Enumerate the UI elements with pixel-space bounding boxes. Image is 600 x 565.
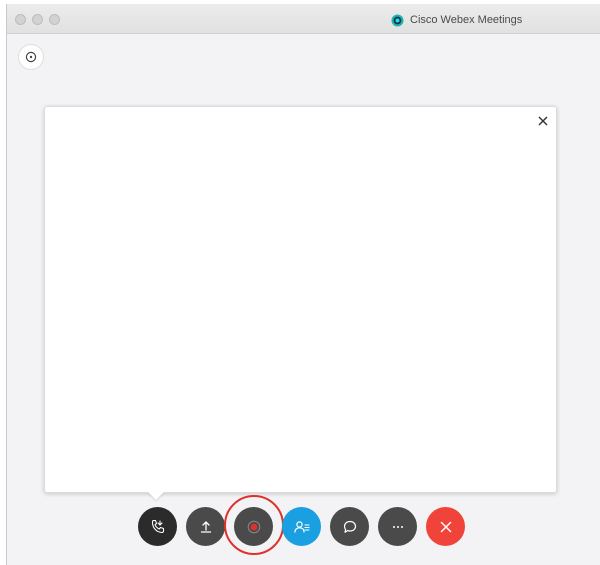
audio-button[interactable]: [138, 507, 177, 546]
info-icon: [25, 51, 37, 63]
record-button[interactable]: [234, 507, 273, 546]
chat-bubble-icon: [343, 520, 356, 533]
webex-logo-icon: [391, 13, 404, 27]
phone-audio-icon: [151, 519, 164, 533]
end-meeting-button[interactable]: [426, 507, 465, 546]
close-icon: [538, 116, 548, 126]
participants-icon: [293, 520, 310, 533]
share-upload-icon: [200, 520, 211, 533]
window-zoom-dot[interactable]: [49, 14, 60, 25]
meeting-info-button[interactable]: [18, 44, 44, 70]
window-minimize-dot[interactable]: [32, 14, 43, 25]
webex-window: Cisco Webex Meetings: [6, 4, 600, 565]
more-options-button[interactable]: [378, 507, 417, 546]
record-icon: [247, 520, 260, 533]
content-panel: [44, 106, 557, 493]
more-options-icon: [392, 525, 403, 528]
panel-pointer: [148, 492, 164, 500]
window-close-dot[interactable]: [15, 14, 26, 25]
window-title: Cisco Webex Meetings: [410, 14, 523, 26]
end-meeting-icon: [440, 521, 451, 532]
chat-button[interactable]: [330, 507, 369, 546]
share-button[interactable]: [186, 507, 225, 546]
app-title: Cisco Webex Meetings: [391, 12, 522, 28]
title-bar: Cisco Webex Meetings: [7, 4, 600, 34]
panel-close-button[interactable]: [537, 115, 549, 127]
participants-button[interactable]: [282, 507, 321, 546]
